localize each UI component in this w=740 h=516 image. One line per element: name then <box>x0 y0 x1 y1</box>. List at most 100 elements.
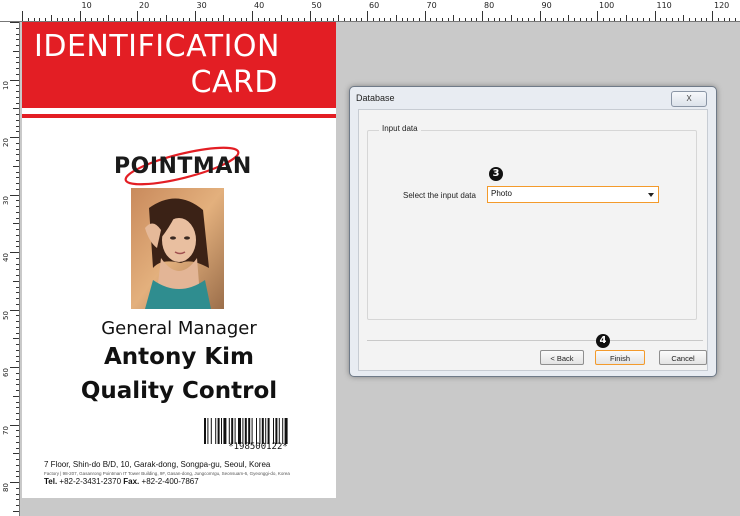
ruler-tick <box>16 102 19 104</box>
ruler-tick <box>516 18 518 21</box>
ruler-tick <box>16 326 19 328</box>
ruler-tick <box>16 39 19 41</box>
ruler-tick <box>16 407 19 409</box>
ruler-tick <box>16 56 19 58</box>
barcode-bar <box>278 418 280 444</box>
ruler-tick <box>16 298 19 299</box>
ruler-tick <box>533 18 535 21</box>
ruler-tick <box>625 15 627 21</box>
ruler-tick <box>717 18 719 21</box>
ruler-tick <box>16 487 19 489</box>
ruler-tick <box>188 18 190 21</box>
input-data-dropdown[interactable]: Photo <box>487 186 659 203</box>
ruler-number: 80 <box>484 1 495 10</box>
ruler-tick <box>574 18 575 21</box>
ruler-tick <box>349 18 351 21</box>
ruler-tick <box>16 401 19 403</box>
ruler-tick <box>50 15 52 21</box>
ruler-tick <box>367 11 368 21</box>
card-contact: Tel. +82-2-3431-2370 Fax. +82-2-400-7867 <box>44 477 199 486</box>
ruler-tick <box>119 18 121 21</box>
ruler-tick <box>16 344 19 345</box>
ruler-tick <box>13 510 19 512</box>
ruler-horizontal: 10 20 30 40 50 60 70 80 90 100 110 120 <box>0 0 740 22</box>
ruler-tick <box>13 338 19 340</box>
ruler-tick <box>16 464 19 466</box>
logo-text: POINTMAN <box>114 154 252 179</box>
ruler-tick <box>390 18 391 21</box>
group-legend: Input data <box>379 124 421 133</box>
ruler-tick <box>252 11 253 21</box>
ruler-tick <box>240 18 242 21</box>
ruler-tick <box>459 18 460 21</box>
ruler-tick <box>591 18 593 21</box>
ruler-number: 80 <box>2 483 10 492</box>
barcode-bar <box>244 418 247 444</box>
ruler-tick <box>217 18 219 21</box>
ruler-tick <box>16 361 19 363</box>
ruler-tick <box>160 18 161 21</box>
ruler-number: 30 <box>196 1 207 10</box>
ruler-vertical: 10 20 30 40 50 60 70 80 <box>0 22 20 516</box>
barcode-bar <box>284 418 288 444</box>
barcode-bar <box>275 418 278 444</box>
barcode-bar <box>248 418 251 444</box>
card-header-line2: CARD <box>190 65 278 100</box>
ruler-tick <box>16 68 19 69</box>
ruler-tick <box>602 18 604 21</box>
ruler-tick <box>223 15 225 21</box>
ruler-tick <box>16 315 19 317</box>
ruler-tick <box>384 18 386 21</box>
ruler-tick <box>91 18 92 21</box>
portrait-photo <box>131 188 224 309</box>
ruler-tick <box>476 18 478 21</box>
barcode-bar <box>265 418 267 444</box>
close-button[interactable]: X <box>671 91 707 107</box>
ruler-number: 70 <box>2 425 10 435</box>
ruler-tick <box>56 18 58 21</box>
ruler-number: 110 <box>656 1 672 10</box>
ruler-tick <box>16 286 19 288</box>
ruler-tick <box>505 18 506 21</box>
ruler-tick <box>585 18 587 21</box>
back-button[interactable]: < Back <box>540 350 584 365</box>
barcode-number: *198500122* <box>228 442 288 452</box>
ruler-tick <box>321 18 322 21</box>
barcode-bar <box>204 418 206 444</box>
ruler-tick <box>62 18 64 21</box>
ruler-tick <box>447 18 449 21</box>
ruler-tick <box>493 18 495 21</box>
finish-button[interactable]: Finish <box>595 350 645 365</box>
ruler-tick <box>10 79 19 81</box>
ruler-number: 40 <box>254 1 265 10</box>
ruler-tick <box>677 18 679 21</box>
ruler-tick <box>286 18 288 21</box>
ruler-tick <box>171 18 173 21</box>
ruler-tick <box>16 200 19 202</box>
ruler-tick <box>16 45 19 46</box>
card-header-line1: IDENTIFICATION <box>34 29 280 64</box>
ruler-tick <box>608 18 610 21</box>
barcode-bar <box>259 418 261 444</box>
ruler-tick <box>16 441 19 443</box>
ruler-tick <box>706 18 708 21</box>
ruler-tick <box>16 73 19 75</box>
ruler-tick <box>85 18 87 21</box>
ruler-tick <box>16 211 19 213</box>
ruler-tick <box>211 18 213 21</box>
ruler-tick <box>16 125 19 127</box>
ruler-tick <box>13 223 19 225</box>
ruler-number: 10 <box>81 1 92 10</box>
ruler-tick <box>177 18 179 21</box>
ruler-number: 60 <box>2 368 10 377</box>
input-data-value: Photo <box>491 189 512 198</box>
cancel-button[interactable]: Cancel <box>659 350 707 365</box>
ruler-number: 70 <box>426 1 437 10</box>
ruler-tick <box>102 18 104 21</box>
ruler-tick <box>45 18 46 21</box>
ruler-tick <box>10 22 19 23</box>
ruler-tick <box>453 15 455 21</box>
ruler-tick <box>16 413 19 414</box>
ruler-tick <box>16 148 19 150</box>
ruler-number: 90 <box>541 1 552 10</box>
